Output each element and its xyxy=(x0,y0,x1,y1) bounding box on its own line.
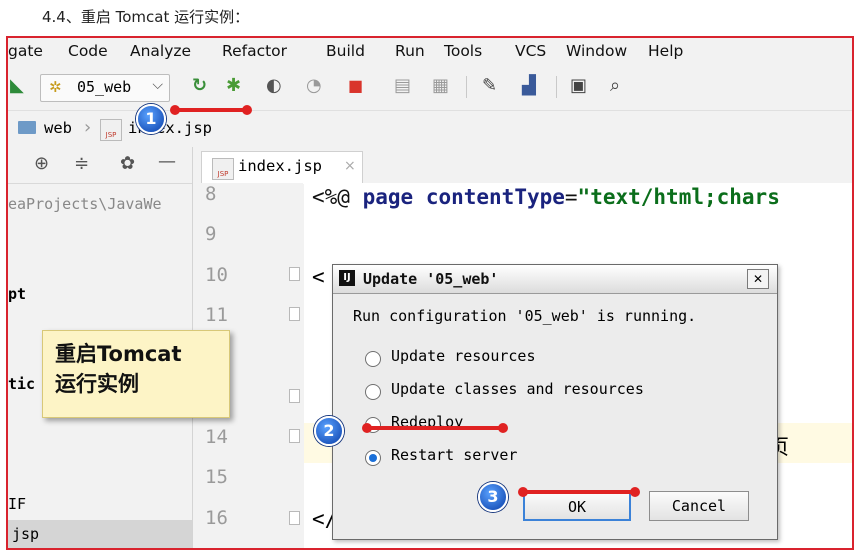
dialog-close-button[interactable]: ✕ xyxy=(747,269,769,289)
deploy-icon[interactable]: ▦ xyxy=(432,76,449,96)
build-icon[interactable]: ▤ xyxy=(394,76,411,96)
line-number: 10 xyxy=(205,264,228,286)
sidebar-item[interactable]: pt xyxy=(8,285,26,303)
code-attribute: contentType xyxy=(425,185,565,209)
menu-run[interactable]: Run xyxy=(395,42,425,60)
sidebar-item[interactable]: tic xyxy=(8,375,35,393)
dialog-title-bar: IJ Update '05_web' ✕ xyxy=(333,265,777,294)
menu-tools[interactable]: Tools xyxy=(444,42,482,60)
line-number: 15 xyxy=(205,466,228,488)
menu-refactor[interactable]: Refactor xyxy=(222,42,287,60)
sidebar-item-selected[interactable]: jsp xyxy=(8,520,192,548)
ok-button[interactable]: OK xyxy=(523,491,631,521)
close-icon[interactable]: × xyxy=(344,158,356,174)
menu-bar: gate Code Analyze Refactor Build Run Too… xyxy=(8,38,852,66)
debug-icon[interactable]: ✱ xyxy=(226,76,241,96)
tomcat-icon: ✲ xyxy=(49,78,62,96)
code-token: <%@ xyxy=(312,185,363,209)
callout-line: 运行实例 xyxy=(55,372,139,396)
menu-code[interactable]: Code xyxy=(68,42,108,60)
step-badge-2: 2 xyxy=(314,416,344,446)
step-badge-3: 3 xyxy=(478,482,508,512)
tab-index-jsp[interactable]: JSP index.jsp × xyxy=(201,151,363,184)
folder-icon xyxy=(18,121,36,134)
toolbar-divider xyxy=(466,76,467,98)
line-number: 8 xyxy=(205,183,217,205)
annotation-underline xyxy=(362,423,508,433)
line-number: 16 xyxy=(205,507,228,529)
menu-build[interactable]: Build xyxy=(326,42,365,60)
sidebar-toolbar: ⊕ ≑ ✿ — xyxy=(8,147,192,184)
search-icon[interactable]: ⌕ xyxy=(610,76,620,96)
project-structure-icon[interactable]: ▟ xyxy=(522,76,536,96)
collapse-all-icon[interactable]: ≑ xyxy=(74,153,89,174)
run-window-icon[interactable]: ▣ xyxy=(570,76,587,96)
annotation-underline xyxy=(518,487,640,497)
run-config-select[interactable]: ✲ 05_web ⌵ xyxy=(40,74,170,102)
stop-icon[interactable]: ■ xyxy=(348,76,363,96)
breadcrumb: web › JSP index.jsp xyxy=(8,110,852,147)
menu-analyze[interactable]: Analyze xyxy=(130,42,191,60)
jsp-file-icon: JSP xyxy=(100,119,122,141)
gear-icon[interactable]: ✿ xyxy=(120,153,135,174)
fold-marker-icon[interactable] xyxy=(289,307,300,321)
dialog-title: Update '05_web' xyxy=(363,270,499,288)
fold-marker-icon[interactable] xyxy=(289,511,300,525)
line-number: 11 xyxy=(205,304,228,326)
dialog-message: Run configuration '05_web' is running. xyxy=(353,307,697,325)
page-heading: 4.4、重启 Tomcat 运行实例： xyxy=(42,8,250,26)
code-keyword: page xyxy=(362,185,414,209)
locate-icon[interactable]: ⊕ xyxy=(34,153,49,174)
menu-vcs[interactable]: VCS xyxy=(515,42,546,60)
update-dialog: IJ Update '05_web' ✕ Run configuration '… xyxy=(332,264,778,540)
annotation-underline xyxy=(170,105,252,115)
callout-note: 重启Tomcat 运行实例 xyxy=(42,330,230,418)
rerun-icon[interactable]: ↻ xyxy=(192,76,207,96)
menu-navigate[interactable]: gate xyxy=(8,42,43,60)
toolbar: ◣ ✲ 05_web ⌵ ↻ ✱ ◐ ◔ ■ ▤ ▦ ✎ ▟ ▣ ⌕ xyxy=(8,66,852,110)
line-number: 14 xyxy=(205,426,228,448)
option-label: Update classes and resources xyxy=(391,380,644,398)
radio-restart-server[interactable] xyxy=(365,450,381,466)
chevron-down-icon: ⌵ xyxy=(152,77,163,93)
code-line-9: < xyxy=(312,265,325,289)
option-label: Restart server xyxy=(391,446,518,464)
settings-icon[interactable]: ✎ xyxy=(482,76,497,96)
code-line-8: <%@ page contentType="text/html;chars xyxy=(312,185,780,209)
close-icon: ✕ xyxy=(752,272,764,286)
chevron-right-icon: › xyxy=(84,117,92,138)
coverage-icon[interactable]: ◐ xyxy=(266,76,282,96)
intellij-icon: IJ xyxy=(339,270,355,286)
sidebar-item-label: jsp xyxy=(12,525,40,543)
fold-marker-icon[interactable] xyxy=(289,267,300,281)
fold-marker-icon[interactable] xyxy=(289,429,300,443)
sidebar-path[interactable]: eaProjects\JavaWe xyxy=(8,195,162,213)
code-token: = xyxy=(564,185,578,209)
sidebar-item[interactable]: IF xyxy=(8,495,26,513)
menu-help[interactable]: Help xyxy=(648,42,683,60)
step-badge-1: 1 xyxy=(136,104,166,134)
radio-update-classes[interactable] xyxy=(365,384,381,400)
breadcrumb-folder[interactable]: web xyxy=(44,119,72,137)
callout-line: 重启Tomcat xyxy=(55,342,182,366)
minimize-icon[interactable]: — xyxy=(158,151,176,172)
radio-update-resources[interactable] xyxy=(365,351,381,367)
toolbar-divider xyxy=(556,76,557,98)
run-config-label: 05_web xyxy=(77,78,132,96)
code-string: "text/html;chars xyxy=(577,185,780,209)
option-label: Update resources xyxy=(391,347,536,365)
ide-window: gate Code Analyze Refactor Build Run Too… xyxy=(6,36,854,550)
editor-tab-bar: JSP index.jsp × xyxy=(193,147,852,184)
line-number: 9 xyxy=(205,223,217,245)
jsp-file-icon: JSP xyxy=(212,158,234,180)
fold-marker-icon[interactable] xyxy=(289,389,300,403)
cancel-button[interactable]: Cancel xyxy=(649,491,749,521)
tab-label: index.jsp xyxy=(238,157,322,175)
back-arrow-icon[interactable]: ◣ xyxy=(10,76,24,96)
profile-icon[interactable]: ◔ xyxy=(306,76,322,96)
menu-window[interactable]: Window xyxy=(566,42,627,60)
